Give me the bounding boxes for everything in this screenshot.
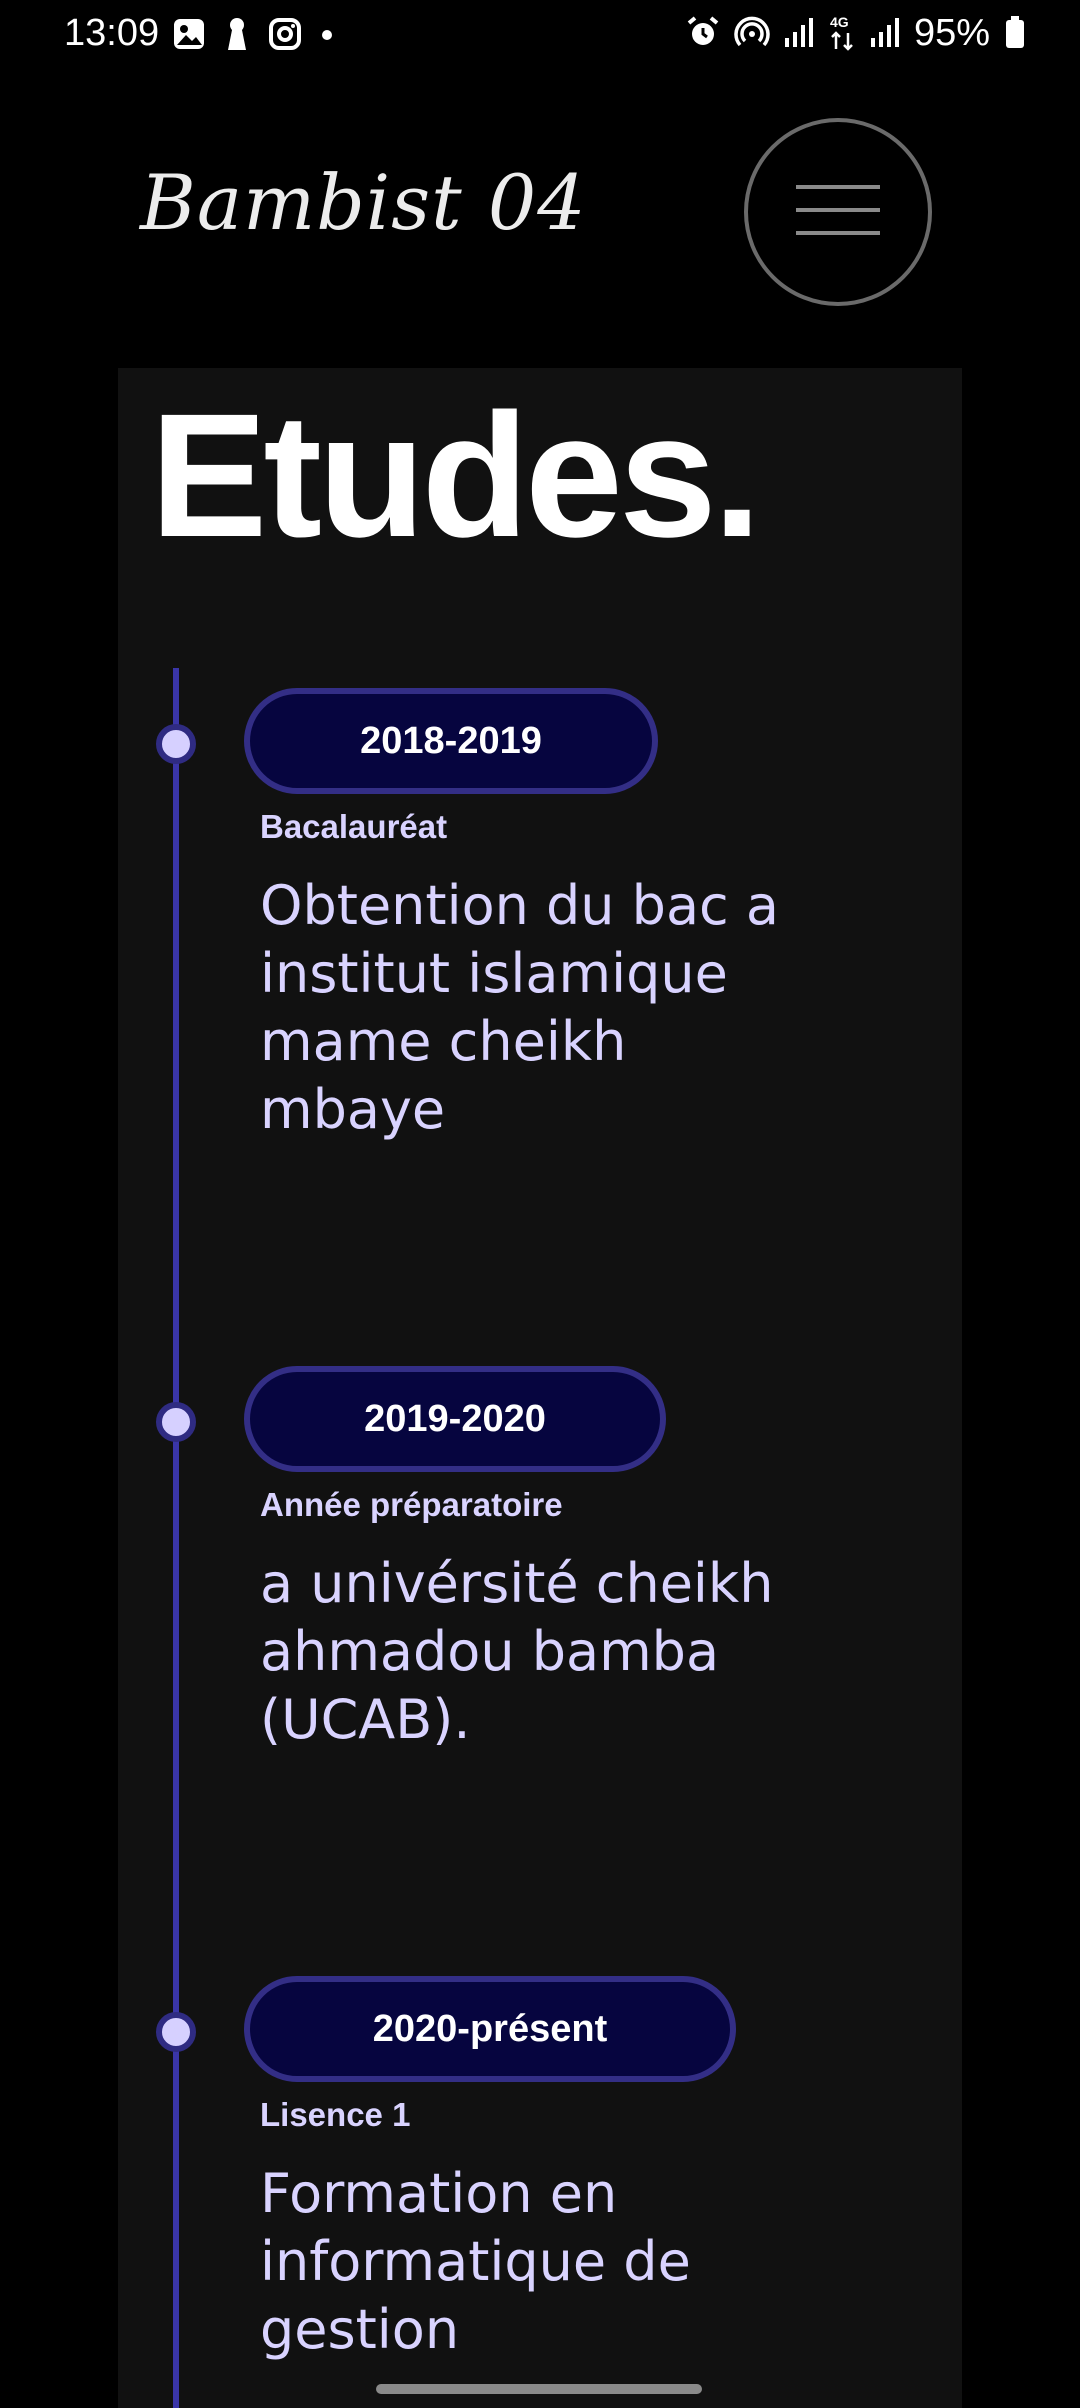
entry-description: Formation en informatique de gestion <box>260 2162 691 2361</box>
keyhole-icon <box>224 16 250 56</box>
gallery-icon <box>172 17 206 55</box>
year-badge: 2018-2019 <box>244 688 658 794</box>
entry-title: Année préparatoire <box>260 1486 563 1523</box>
battery-percentage: 95% <box>913 12 990 54</box>
entry-title: Lisence 1 <box>260 2096 411 2133</box>
svg-text:4G: 4G <box>830 14 849 30</box>
timeline-dot <box>156 724 196 764</box>
year-badge: 2020-présent <box>244 1976 736 2082</box>
site-header: Bambist 04 <box>0 72 1080 368</box>
status-time: 13:09 <box>64 12 160 54</box>
dot-icon <box>320 27 334 46</box>
entry-title: Bacalauréat <box>260 808 448 845</box>
status-notification-icons <box>172 16 334 56</box>
education-section: Etudes. 2018-2019 Bacalauréat Obtention … <box>118 368 962 2408</box>
hamburger-icon <box>796 184 880 240</box>
year-badge: 2019-2020 <box>244 1366 666 1472</box>
entry-description: a univérsité cheikh ahmadou bamba (UCAB)… <box>260 1552 774 1751</box>
signal-icon <box>870 16 900 52</box>
entry-description: Obtention du bac a institut islamique ma… <box>260 874 779 1141</box>
instagram-icon <box>268 17 302 55</box>
status-system-icons: 4G 95% <box>686 12 1026 55</box>
section-title: Etudes. <box>150 378 762 574</box>
network-4g-icon: 4G <box>828 13 856 55</box>
battery-icon <box>1004 15 1026 53</box>
hotspot-icon <box>734 14 770 54</box>
gesture-navigation-bar[interactable] <box>376 2384 702 2394</box>
timeline-dot <box>156 1402 196 1442</box>
alarm-icon <box>686 15 720 53</box>
site-logo[interactable]: Bambist 04 <box>140 158 587 247</box>
menu-button[interactable] <box>744 118 932 306</box>
status-bar: 13:09 4G 95% <box>0 0 1080 72</box>
timeline-dot <box>156 2012 196 2052</box>
signal-icon <box>784 16 814 52</box>
timeline-line <box>173 668 179 2408</box>
